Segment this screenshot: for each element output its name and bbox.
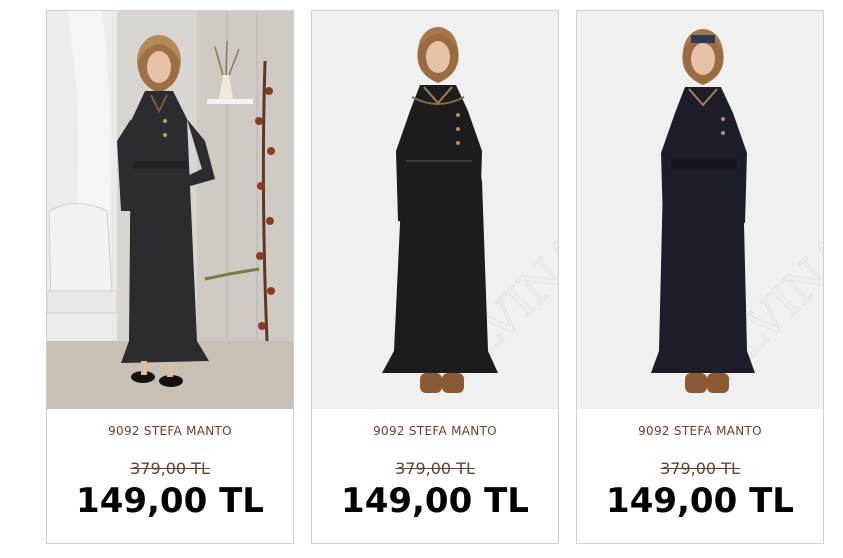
- product-name[interactable]: 9092 STEFA MANTO: [47, 424, 293, 438]
- old-price: 379,00 TL: [130, 459, 210, 478]
- product-photo-graphic: ALVINA: [577, 11, 823, 409]
- product-image[interactable]: [47, 11, 293, 409]
- product-card[interactable]: ALVINA 9092 STEFA MANTO 379,00 TL 149,00…: [576, 10, 824, 544]
- sale-price: 149,00 TL: [76, 481, 264, 521]
- old-price: 379,00 TL: [660, 459, 740, 478]
- product-name[interactable]: 9092 STEFA MANTO: [312, 424, 558, 438]
- product-photo-graphic: ALVINA: [312, 11, 558, 409]
- product-photo-graphic: [47, 11, 293, 409]
- product-name[interactable]: 9092 STEFA MANTO: [577, 424, 823, 438]
- product-image[interactable]: ALVINA: [577, 11, 823, 409]
- sale-price: 149,00 TL: [606, 481, 794, 521]
- sale-price: 149,00 TL: [341, 481, 529, 521]
- product-card[interactable]: 9092 STEFA MANTO 379,00 TL 149,00 TL: [46, 10, 294, 544]
- old-price: 379,00 TL: [395, 459, 475, 478]
- product-card[interactable]: ALVINA 9092 STEFA MANTO 379,00 TL 149,00…: [311, 10, 559, 544]
- product-image[interactable]: ALVINA: [312, 11, 558, 409]
